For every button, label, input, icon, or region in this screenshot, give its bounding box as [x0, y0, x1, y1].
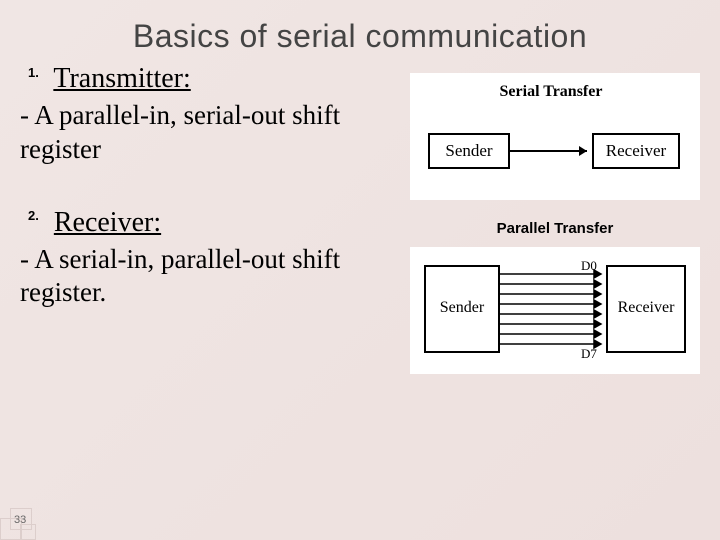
serial-transfer-diagram: Serial Transfer Sender Receiver — [410, 73, 700, 200]
right-column: Serial Transfer Sender Receiver Parallel… — [410, 63, 700, 394]
section-heading: 1. Transmitter: — [20, 63, 400, 95]
left-column: 1. Transmitter: - A parallel-in, serial-… — [20, 63, 410, 394]
data-line-top: D0 — [581, 258, 597, 273]
parallel-transfer-title: Parallel Transfer — [410, 220, 700, 237]
receiver-label: Receiver — [618, 299, 676, 316]
receiver-label: Receiver — [606, 141, 667, 160]
section-body: - A serial-in, parallel-out shift regist… — [20, 243, 400, 311]
section-transmitter: 1. Transmitter: - A parallel-in, serial-… — [20, 63, 400, 167]
parallel-transfer-diagram: Sender Receiver D0 D7 — [410, 247, 700, 374]
heading-text: Transmitter: — [53, 63, 190, 94]
heading-text: Receiver: — [54, 207, 161, 238]
sender-label: Sender — [440, 299, 485, 316]
list-number: 2. — [28, 208, 39, 223]
data-line-bottom: D7 — [581, 346, 597, 361]
section-receiver: 2. Receiver: - A serial-in, parallel-out… — [20, 207, 400, 311]
section-body: - A parallel-in, serial-out shift regist… — [20, 99, 400, 167]
diagram-title: Serial Transfer — [500, 83, 603, 100]
sender-label: Sender — [445, 141, 493, 160]
section-heading: 2. Receiver: — [20, 207, 400, 239]
corner-decoration — [0, 498, 42, 540]
list-number: 1. — [28, 65, 39, 80]
slide-title: Basics of serial communication — [0, 0, 720, 63]
content-area: 1. Transmitter: - A parallel-in, serial-… — [0, 63, 720, 394]
